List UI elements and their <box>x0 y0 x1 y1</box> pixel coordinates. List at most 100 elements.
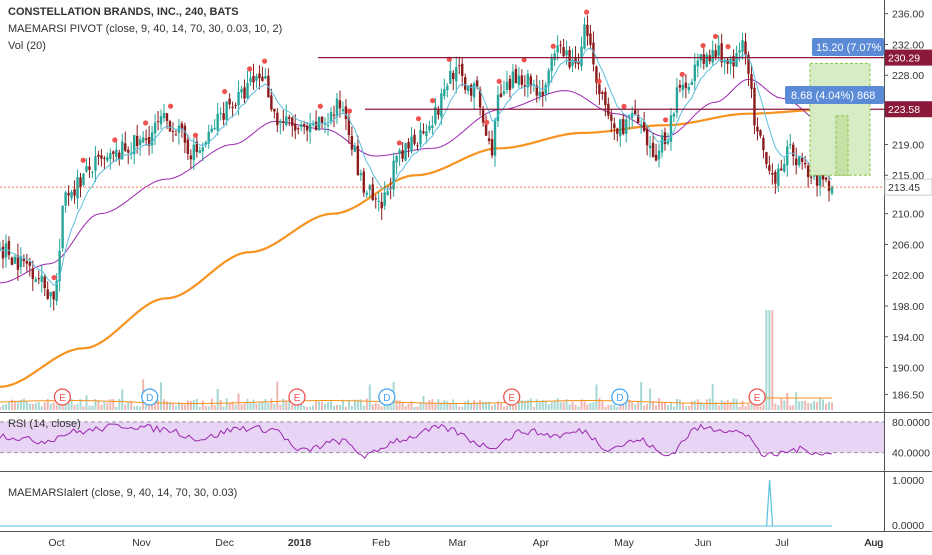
volume-bar <box>571 401 574 410</box>
candle-body <box>645 128 649 146</box>
candle-body <box>249 77 252 82</box>
volume-bar <box>732 398 735 410</box>
candle-body <box>663 132 667 144</box>
candle-body <box>717 45 720 56</box>
candle-body <box>362 171 366 193</box>
candle-body <box>43 276 46 289</box>
volume-bar <box>121 389 124 410</box>
volume-bar <box>813 400 816 410</box>
volume-bar <box>213 405 216 410</box>
alert-tick-label: 0.0000 <box>892 520 924 532</box>
candle-body <box>377 200 380 202</box>
volume-bar <box>762 404 765 410</box>
candle-body <box>586 24 589 36</box>
candle-body <box>258 73 261 79</box>
candle-body <box>499 93 503 97</box>
candle-body <box>198 150 201 153</box>
candle-body <box>374 198 377 200</box>
pivot-dot <box>596 78 602 84</box>
candle-body <box>505 81 509 91</box>
volume-bar <box>792 405 795 410</box>
candle-body <box>449 70 452 84</box>
volume-bar <box>183 404 186 410</box>
candle-body <box>800 157 804 163</box>
candle-body <box>52 291 55 300</box>
volume-bar <box>464 401 467 410</box>
y-tick-label: 236.00 <box>892 9 924 21</box>
volume-bar <box>312 405 315 410</box>
volume-bar <box>189 401 192 410</box>
candle-body <box>165 113 169 121</box>
volume-bar <box>404 405 407 410</box>
chart-canvas[interactable]: 236.00232.00228.00219.00215.00210.00206.… <box>0 0 932 550</box>
pivot-dot <box>167 103 174 109</box>
y-tick-label: 206.00 <box>892 239 924 251</box>
candle-body <box>192 144 196 161</box>
candle-body <box>693 64 697 81</box>
pivot-dot <box>679 71 685 77</box>
candle-body <box>610 114 613 121</box>
volume-bar <box>589 403 592 410</box>
candle-body <box>335 98 339 117</box>
volume-bar <box>285 400 288 410</box>
volume-bar <box>613 404 616 410</box>
candle-body <box>774 171 777 184</box>
volume-bar <box>1 405 4 410</box>
volume-bar <box>726 400 729 410</box>
candle-body <box>189 155 193 160</box>
candle-body <box>19 256 23 268</box>
volume-bar <box>255 403 258 410</box>
volume-bar <box>681 402 684 410</box>
volume-bar <box>643 405 646 410</box>
volume-bar <box>207 406 210 410</box>
volume-bar <box>55 404 58 410</box>
volume-bar <box>601 401 604 410</box>
volume-bar <box>431 399 434 410</box>
chart-title: CONSTELLATION BRANDS, INC., 240, BATS <box>8 6 239 18</box>
volume-bar <box>25 401 28 410</box>
volume-bar <box>517 401 520 410</box>
candle-body <box>153 122 157 134</box>
volume-legend: Vol (20) <box>8 40 46 52</box>
candle-body <box>297 128 300 130</box>
candle-body <box>780 168 783 171</box>
y-tick-label: 198.00 <box>892 301 924 313</box>
volume-bar <box>416 406 419 410</box>
volume-bar <box>747 404 750 410</box>
candle-body <box>458 65 461 67</box>
volume-bar <box>85 395 88 410</box>
candle-body <box>356 145 360 175</box>
volume-bar <box>22 398 25 410</box>
volume-bar <box>711 383 714 410</box>
candle-body <box>270 95 273 110</box>
candle-body <box>574 57 577 64</box>
candle-body <box>648 145 652 149</box>
candle-body <box>762 137 765 151</box>
volume-bar <box>315 400 318 410</box>
candle-body <box>818 175 822 186</box>
pivot-dot <box>112 137 118 143</box>
candle-body <box>225 101 228 120</box>
candle-body <box>711 50 714 63</box>
candle-body <box>765 152 768 164</box>
candle-body <box>216 113 219 131</box>
candle-body <box>777 168 780 186</box>
candle-body <box>696 60 700 67</box>
candle-body <box>616 128 619 134</box>
candle-body <box>428 125 431 131</box>
candle-body <box>493 119 497 156</box>
candle-body <box>299 124 303 127</box>
volume-bar <box>237 393 240 410</box>
candle-body <box>49 292 52 297</box>
candle-body <box>350 135 354 150</box>
volume-bar <box>428 400 431 410</box>
volume-bar <box>479 400 482 410</box>
candle-body <box>628 116 631 118</box>
candle-body <box>67 192 70 196</box>
candle-body <box>511 71 515 88</box>
y-tick-label: 194.00 <box>892 332 924 344</box>
volume-bar <box>607 404 610 410</box>
x-tick-label: May <box>614 537 635 549</box>
alert-tick-label: 1.0000 <box>892 475 924 487</box>
x-tick-label: Oct <box>48 537 64 549</box>
